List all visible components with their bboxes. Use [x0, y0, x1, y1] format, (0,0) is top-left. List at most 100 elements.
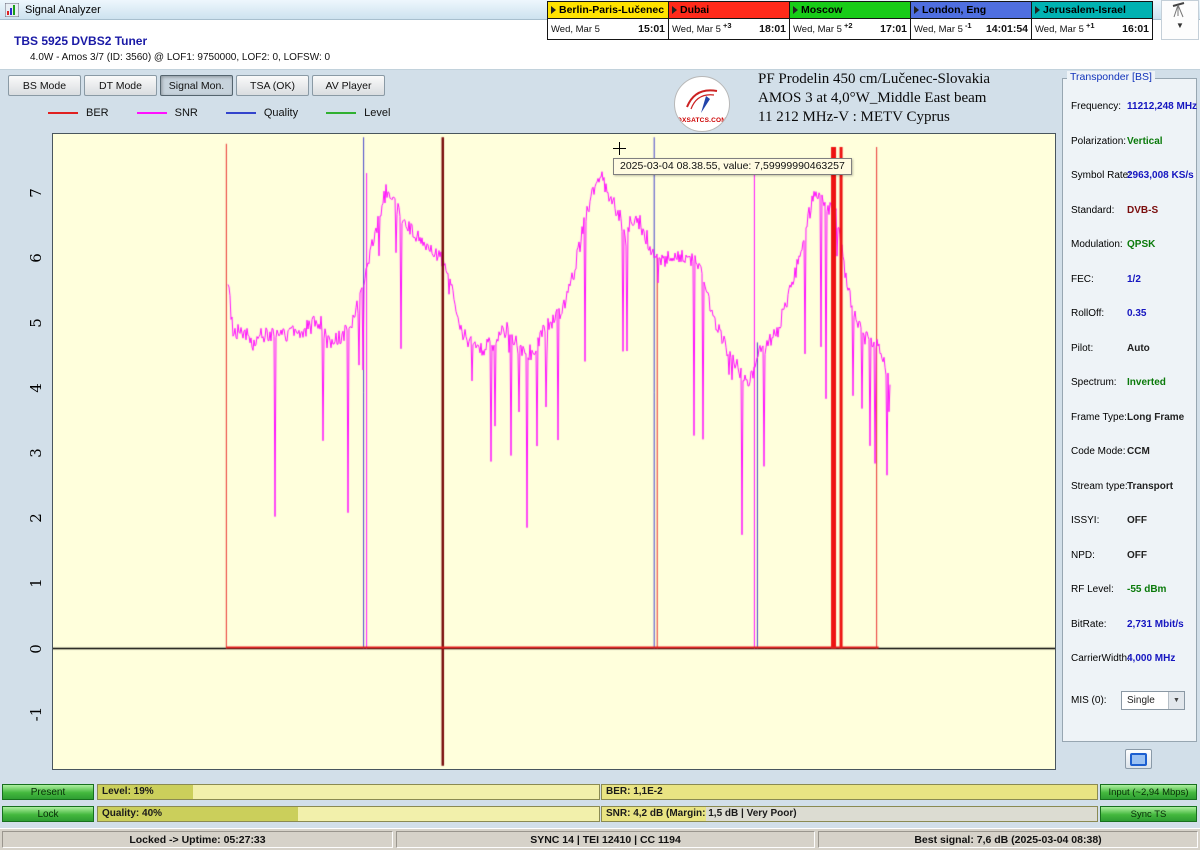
level-bar: Level: 19%	[97, 784, 600, 800]
legend-item-ber: BER	[48, 107, 109, 119]
quality-bar-label: Quality: 40%	[102, 808, 162, 819]
transponder-row-frequency-: Frequency:11212,248 MHz	[1063, 93, 1196, 128]
param-value: 1/2	[1127, 274, 1141, 285]
clock-city-label: London, Eng	[922, 4, 986, 16]
clock-utc-offset: +1	[1086, 21, 1095, 30]
param-label: Standard:	[1071, 205, 1114, 216]
transponder-row-stream-type-: Stream type:Transport	[1063, 473, 1196, 508]
clock-city-label: Dubai	[680, 4, 709, 16]
param-value: DVB-S	[1127, 205, 1158, 216]
mis-value: Single	[1127, 695, 1155, 706]
clock-body: Wed, Mar 5+318:01	[669, 19, 789, 39]
param-value: Auto	[1127, 343, 1150, 354]
clock-flag-icon	[672, 6, 677, 14]
transponder-row-standard-: Standard: DVB-S	[1063, 197, 1196, 232]
tab-bs-mode[interactable]: BS Mode	[8, 75, 81, 96]
panel-action-button[interactable]	[1125, 749, 1152, 769]
dxsatcs-logo: DXSATCS.COM	[674, 76, 730, 132]
param-label: Polarization:	[1071, 136, 1126, 147]
clock-flag-icon	[793, 6, 798, 14]
legend-label: Quality	[264, 107, 298, 119]
ber-bar: BER: 1,1E-2	[601, 784, 1098, 800]
sync-ts-indicator: Sync TS	[1100, 806, 1197, 822]
legend-color-swatch	[137, 112, 167, 114]
clock-header: Moscow	[790, 2, 910, 19]
ber-bar-fill	[602, 785, 1097, 799]
chart-legend: BERSNRQualityLevel	[48, 107, 390, 119]
param-label: RF Level:	[1071, 584, 1114, 595]
ber-bar-label: BER: 1,1E-2	[606, 786, 663, 797]
legend-item-quality: Quality	[226, 107, 298, 119]
clock-dubai: Dubai Wed, Mar 5+318:01	[668, 1, 790, 40]
clock-flag-icon	[551, 6, 556, 14]
chart-frame: 2025-03-04 08.38.55, value: 7,5999999046…	[52, 133, 1056, 770]
clock-berlin-paris-lu-enec: Berlin-Paris-LučenecWed, Mar 515:01	[547, 1, 669, 40]
transponder-rows: Frequency:11212,248 MHzPolarization:Vert…	[1063, 93, 1196, 680]
y-tick-label: 5	[27, 313, 45, 333]
crosshair-cursor	[613, 142, 626, 155]
clock-header: London, Eng	[911, 2, 1031, 19]
y-tick-label: 4	[27, 378, 45, 398]
tuner-name: TBS 5925 DVBS2 Tuner	[14, 34, 147, 48]
param-value: CCM	[1127, 446, 1150, 457]
chart-tooltip: 2025-03-04 08.38.55, value: 7,5999999046…	[613, 158, 852, 175]
clock-header: Jerusalem-Israel	[1032, 2, 1152, 19]
transponder-row-rf-level-: RF Level:-55 dBm	[1063, 576, 1196, 611]
y-tick-label: 1	[27, 573, 45, 593]
param-value: QPSK	[1127, 239, 1155, 250]
status-sync-counters: SYNC 14 | TEI 12410 | CC 1194	[396, 831, 815, 848]
status-bar: Locked -> Uptime: 05:27:33 SYNC 14 | TEI…	[0, 828, 1200, 850]
clock-date: Wed, Mar 5	[551, 24, 600, 35]
clock-date: Wed, Mar 5	[672, 24, 721, 35]
transponder-row-rolloff-: RollOff:0.35	[1063, 300, 1196, 335]
legend-item-level: Level	[326, 107, 390, 119]
transponder-row-polarization-: Polarization:Vertical	[1063, 128, 1196, 163]
telescope-icon	[1170, 1, 1190, 19]
status-row-2: Lock Quality: 40% SNR: 4,2 dB (Margin: 1…	[0, 806, 1200, 822]
tab-dt-mode[interactable]: DT Mode	[84, 75, 157, 96]
logo-text: DXSATCS.COM	[675, 117, 729, 124]
clock-time: 16:01	[1122, 23, 1149, 35]
param-value: 2,731 Mbit/s	[1127, 619, 1184, 630]
clock-header: Berlin-Paris-Lučenec	[548, 2, 668, 19]
app-icon	[5, 3, 19, 17]
clock-body: Wed, Mar 515:01	[548, 19, 668, 39]
tab-signal-mon-[interactable]: Signal Mon.	[160, 75, 233, 96]
param-label: Symbol Rate:	[1071, 170, 1131, 181]
clock-time: 17:01	[880, 23, 907, 35]
y-tick-label: 0	[27, 639, 45, 659]
tab-av-player[interactable]: AV Player	[312, 75, 385, 96]
param-value: Transport	[1127, 481, 1173, 492]
clock-date: Wed, Mar 5	[793, 24, 842, 35]
mis-dropdown-arrow-icon: ▼	[1168, 692, 1184, 709]
signal-chart[interactable]	[53, 134, 1055, 769]
transponder-row-carrierwidth-: CarrierWidth:4,000 MHz	[1063, 645, 1196, 680]
clock-city-label: Jerusalem-Israel	[1043, 4, 1126, 16]
clock-london-eng: London, EngWed, Mar 5-114:01:54	[910, 1, 1032, 40]
transponder-row-spectrum-: Spectrum:Inverted	[1063, 369, 1196, 404]
clock-date: Wed, Mar 5	[914, 24, 963, 35]
clock-utc-offset: +3	[723, 21, 732, 30]
param-label: Spectrum:	[1071, 377, 1117, 388]
header-line2: AMOS 3 at 4,0°W_Middle East beam	[758, 89, 990, 108]
clock-time: 14:01:54	[986, 23, 1028, 35]
param-value: Vertical	[1127, 136, 1163, 147]
transponder-row-modulation-: Modulation:QPSK	[1063, 231, 1196, 266]
panel-title: Transponder [BS]	[1067, 71, 1155, 83]
param-label: Frame Type:	[1071, 412, 1127, 423]
clocks: Berlin-Paris-LučenecWed, Mar 515:01Dubai…	[548, 1, 1153, 40]
param-label: NPD:	[1071, 550, 1095, 561]
lock-indicator: Lock	[2, 806, 94, 822]
legend-color-swatch	[226, 112, 256, 114]
transponder-row-fec-: FEC:1/2	[1063, 266, 1196, 301]
screen-icon	[1130, 753, 1147, 766]
legend-label: BER	[86, 107, 109, 119]
chevron-down-icon[interactable]: ▼	[1176, 21, 1184, 31]
clock-utc-offset: +2	[844, 21, 853, 30]
param-label: BitRate:	[1071, 619, 1107, 630]
legend-color-swatch	[48, 112, 78, 114]
tab-tsa-ok-[interactable]: TSA (OK)	[236, 75, 309, 96]
mis-select[interactable]: Single ▼	[1121, 691, 1185, 710]
header-text: PF Prodelin 450 cm/Lučenec-Slovakia AMOS…	[758, 70, 990, 127]
transponder-row-code-mode-: Code Mode:CCM	[1063, 438, 1196, 473]
